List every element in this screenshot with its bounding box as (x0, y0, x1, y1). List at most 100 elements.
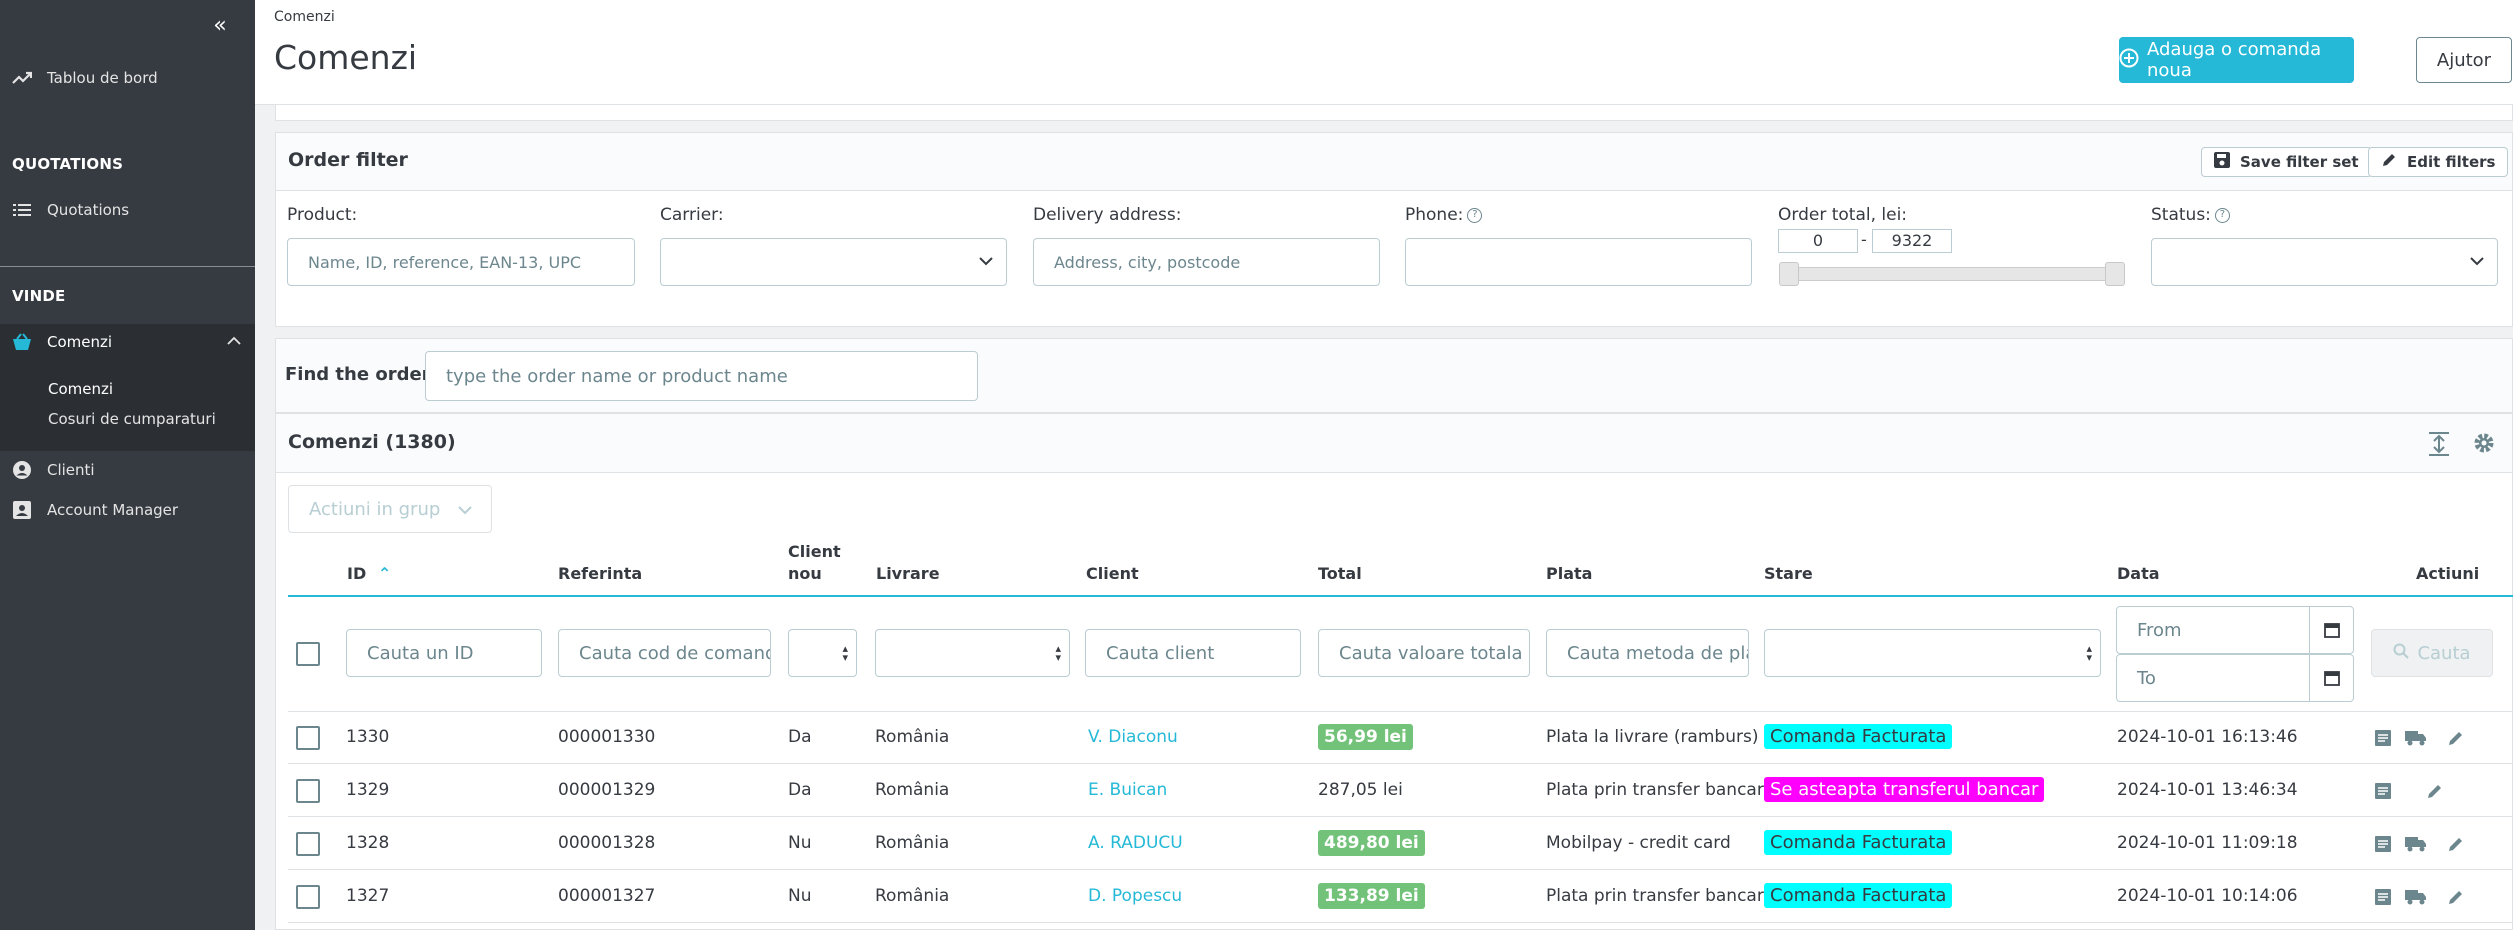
sidebar-item-label: Quotations (47, 201, 130, 219)
column-header-payment[interactable]: Plata (1546, 564, 1592, 583)
order-total-max[interactable]: 9322 (1872, 229, 1952, 253)
filter-id-input[interactable]: Cauta un ID (346, 629, 542, 677)
search-button-label: Cauta (2417, 642, 2471, 664)
gear-icon[interactable] (2472, 431, 2496, 459)
sidebar-item-account-manager[interactable]: Account Manager (0, 492, 255, 528)
order-client-link[interactable]: A. RADUCU (1088, 833, 1183, 853)
delivery-address-input[interactable]: Address, city, postcode (1033, 238, 1380, 286)
save-icon (2214, 152, 2230, 172)
user-circle-icon (12, 460, 32, 480)
invoice-icon[interactable] (2371, 832, 2395, 856)
calendar-icon[interactable] (2309, 655, 2353, 701)
filter-delivery-select[interactable]: ▴ ▾ (875, 629, 1070, 677)
search-button[interactable]: Cauta (2371, 629, 2493, 677)
invoice-icon[interactable] (2371, 779, 2395, 803)
truck-icon[interactable] (2403, 726, 2429, 750)
phone-input[interactable] (1405, 238, 1752, 286)
filter-date-to[interactable]: To (2116, 654, 2354, 702)
truck-icon[interactable] (2403, 832, 2429, 856)
edit-icon[interactable] (2444, 885, 2468, 909)
sort-ascending-icon[interactable]: ⌃ (378, 564, 391, 583)
select-all-checkbox[interactable] (296, 642, 320, 666)
invoice-icon[interactable] (2371, 726, 2395, 750)
status-label-wrap: Status:? (2151, 205, 2230, 225)
order-client-link[interactable]: V. Diaconu (1088, 727, 1178, 747)
column-header-delivery[interactable]: Livrare (876, 564, 940, 583)
filter-status-select[interactable]: ▴ ▾ (1764, 629, 2101, 677)
collapse-sidebar-icon[interactable]: « (208, 14, 232, 38)
order-client-link[interactable]: E. Buican (1088, 780, 1167, 800)
find-order-input[interactable]: type the order name or product name (425, 351, 978, 401)
order-total-slider[interactable] (1779, 267, 2125, 281)
shopping-basket-icon (12, 332, 32, 352)
order-id: 1327 (346, 886, 390, 906)
status-badge[interactable]: Comanda Facturata (1764, 830, 1953, 855)
order-total-min[interactable]: 0 (1778, 229, 1858, 253)
row-checkbox[interactable] (296, 885, 320, 909)
sidebar-item-orders[interactable]: Comenzi (0, 324, 255, 360)
row-checkbox[interactable] (296, 832, 320, 856)
edit-filters-label: Edit filters (2407, 153, 2496, 171)
export-icon[interactable] (2428, 432, 2450, 460)
column-header-status[interactable]: Stare (1764, 564, 1813, 583)
column-header-actions: Actiuni (2416, 564, 2480, 583)
status-badge[interactable]: Se asteapta transferul bancar (1764, 777, 2045, 802)
slider-handle-max[interactable] (2105, 262, 2125, 286)
row-checkbox[interactable] (296, 779, 320, 803)
invoice-icon[interactable] (2371, 885, 2395, 909)
carrier-label: Carrier: (660, 205, 724, 225)
sidebar-item-clients[interactable]: Clienti (0, 452, 255, 488)
filter-client-input[interactable]: Cauta client (1085, 629, 1301, 677)
save-filter-button[interactable]: Save filter set (2201, 147, 2372, 177)
filter-payment-input[interactable]: Cauta metoda de plata (1546, 629, 1749, 677)
add-order-label: Adauga o comanda noua (2147, 39, 2322, 81)
column-header-date[interactable]: Data (2117, 564, 2160, 583)
bulk-actions-button[interactable]: Actiuni in grup (288, 485, 492, 533)
column-header-reference[interactable]: Referinta (558, 564, 642, 583)
edit-filters-button[interactable]: Edit filters (2368, 147, 2509, 177)
help-icon[interactable]: ? (1467, 207, 1483, 223)
edit-icon[interactable] (2423, 779, 2447, 803)
sidebar-item-dashboard[interactable]: Tablou de bord (0, 60, 255, 96)
range-separator: - (1861, 230, 1867, 249)
trending-up-icon (12, 68, 32, 88)
sidebar-item-quotations[interactable]: Quotations (0, 192, 255, 228)
column-header-client[interactable]: Client (1086, 564, 1139, 583)
order-client-link[interactable]: D. Popescu (1088, 886, 1182, 906)
contact-card-icon (12, 500, 32, 520)
order-delivery: România (875, 780, 950, 800)
help-icon[interactable]: ? (2214, 207, 2230, 223)
phone-label: Phone: (1405, 205, 1464, 225)
order-id: 1328 (346, 833, 390, 853)
table-row[interactable]: 1328 000001328 Nu România A. RADUCU 489,80 le… (288, 818, 2513, 870)
order-total-label: Order total, lei: (1778, 205, 1908, 225)
help-button[interactable]: Ajutor (2416, 37, 2512, 83)
table-row[interactable]: 1327 000001327 Nu România D. Popescu 133,89 l… (288, 871, 2513, 923)
filter-new-client-select[interactable]: ▴ ▾ (788, 629, 857, 677)
table-row[interactable]: 1329 000001329 Da România E. Buican 287,05 le… (288, 765, 2513, 817)
status-badge[interactable]: Comanda Facturata (1764, 883, 1953, 908)
column-header-new-client[interactable]: Client nou (788, 542, 841, 583)
calendar-icon[interactable] (2309, 607, 2353, 653)
slider-handle-min[interactable] (1779, 262, 1799, 286)
product-input[interactable]: Name, ID, reference, EAN-13, UPC (287, 238, 635, 286)
filter-reference-input[interactable]: Cauta cod de comanda (558, 629, 771, 677)
status-badge[interactable]: Comanda Facturata (1764, 724, 1953, 749)
sidebar-subitem-orders[interactable]: Comenzi (48, 380, 113, 398)
status-select[interactable] (2151, 238, 2498, 286)
table-row[interactable]: 1330 000001330 Da România V. Diaconu 56,99 le… (288, 712, 2513, 764)
filter-date-from[interactable]: From (2116, 606, 2354, 654)
row-checkbox[interactable] (296, 726, 320, 750)
filter-total-input[interactable]: Cauta valoare totala (1318, 629, 1530, 677)
order-reference: 000001330 (558, 727, 656, 747)
truck-icon[interactable] (2403, 885, 2429, 909)
edit-icon[interactable] (2444, 832, 2468, 856)
edit-icon[interactable] (2444, 726, 2468, 750)
add-order-button[interactable]: Adauga o comanda noua (2119, 37, 2354, 83)
breadcrumb[interactable]: Comenzi (274, 9, 335, 25)
carrier-select[interactable] (660, 238, 1007, 286)
column-header-id[interactable]: ID ⌃ (347, 564, 391, 583)
sidebar-subitem-carts[interactable]: Cosuri de cumparaturi (48, 410, 216, 428)
column-header-total[interactable]: Total (1318, 564, 1362, 583)
list-icon (12, 200, 32, 220)
